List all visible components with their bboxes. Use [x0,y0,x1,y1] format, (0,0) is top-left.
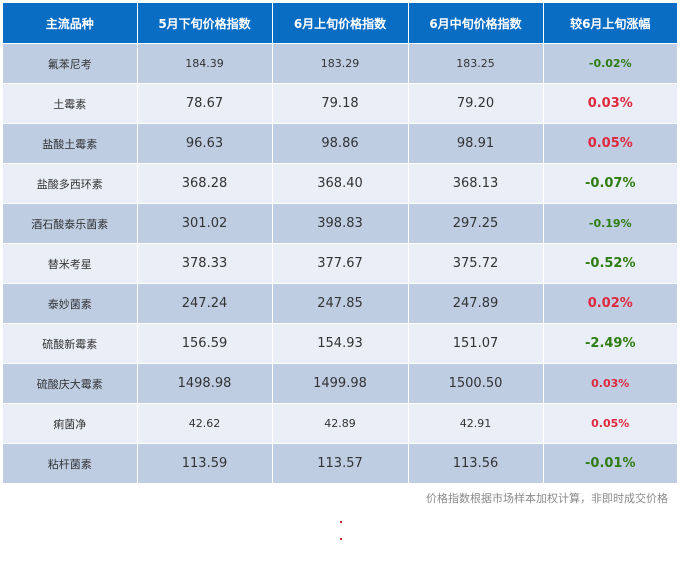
change-value: 0.02% [543,283,677,324]
early-june-value: 368.40 [272,163,409,204]
late-may-value: 78.67 [137,83,273,124]
change-value: 0.05% [543,403,677,444]
variety-name: 氟苯尼考 [3,43,138,84]
table-row: 粘杆菌素 113.59 113.57 113.56 -0.01% [3,443,677,484]
late-may-value: 96.63 [137,123,273,164]
late-may-value: 378.33 [137,243,273,284]
change-value: 0.05% [543,123,677,164]
late-may-value: 1498.98 [137,363,273,404]
early-june-value: 113.57 [272,443,409,484]
table-row: 硫酸庆大霉素 1498.98 1499.98 1500.50 0.03% [3,363,677,404]
mid-june-value: 375.72 [408,243,544,284]
change-value: 0.03% [543,83,677,124]
early-june-value: 1499.98 [272,363,409,404]
mid-june-value: 297.25 [408,203,544,244]
late-may-value: 368.28 [137,163,273,204]
early-june-value: 79.18 [272,83,409,124]
table-row: 硫酸新霉素 156.59 154.93 151.07 -2.49% [3,323,677,364]
early-june-value: 247.85 [272,283,409,324]
page: 主流品种 5月下旬价格指数 6月上旬价格指数 6月中旬价格指数 较6月上旬涨幅 … [0,0,681,564]
late-may-value: 184.39 [137,43,273,84]
footnote: 价格指数根据市场样本加权计算，非即时成交价格 [426,492,668,505]
early-june-value: 154.93 [272,323,409,364]
change-value: -0.07% [543,163,677,204]
late-may-value: 42.62 [137,403,273,444]
mid-june-value: 79.20 [408,83,544,124]
change-value: -0.19% [543,203,677,244]
table-row: 盐酸多西环素 368.28 368.40 368.13 -0.07% [3,163,677,204]
header-variety: 主流品种 [3,3,138,44]
early-june-value: 98.86 [272,123,409,164]
mid-june-value: 42.91 [408,403,544,444]
variety-name: 痢菌净 [3,403,138,444]
variety-name: 替米考星 [3,243,138,284]
variety-name: 盐酸土霉素 [3,123,138,164]
table-row: 酒石酸泰乐菌素 301.02 398.83 297.25 -0.19% [3,203,677,244]
mid-june-value: 368.13 [408,163,544,204]
mid-june-value: 151.07 [408,323,544,364]
variety-name: 盐酸多西环素 [3,163,138,204]
change-value: -0.52% [543,243,677,284]
mid-june-value: 183.25 [408,43,544,84]
variety-name: 粘杆菌素 [3,443,138,484]
table-row: 泰妙菌素 247.24 247.85 247.89 0.02% [3,283,677,324]
change-value: -2.49% [543,323,677,364]
table-row: 替米考星 378.33 377.67 375.72 -0.52% [3,243,677,284]
variety-name: 泰妙菌素 [3,283,138,324]
mid-june-value: 98.91 [408,123,544,164]
price-index-table: 主流品种 5月下旬价格指数 6月上旬价格指数 6月中旬价格指数 较6月上旬涨幅 … [3,3,677,484]
header-mid-june-index: 6月中旬价格指数 [408,3,544,44]
table-row: 氟苯尼考 184.39 183.29 183.25 -0.02% [3,43,677,84]
header-change: 较6月上旬涨幅 [543,3,677,44]
header-late-may-index: 5月下旬价格指数 [137,3,273,44]
decorative-dot [340,538,342,540]
table-row: 痢菌净 42.62 42.89 42.91 0.05% [3,403,677,444]
mid-june-value: 1500.50 [408,363,544,404]
variety-name: 土霉素 [3,83,138,124]
variety-name: 酒石酸泰乐菌素 [3,203,138,244]
header-row: 主流品种 5月下旬价格指数 6月上旬价格指数 6月中旬价格指数 较6月上旬涨幅 [3,3,677,44]
change-value: -0.01% [543,443,677,484]
late-may-value: 301.02 [137,203,273,244]
mid-june-value: 113.56 [408,443,544,484]
mid-june-value: 247.89 [408,283,544,324]
change-value: 0.03% [543,363,677,404]
header-early-june-index: 6月上旬价格指数 [272,3,409,44]
table-row: 盐酸土霉素 96.63 98.86 98.91 0.05% [3,123,677,164]
table-row: 土霉素 78.67 79.18 79.20 0.03% [3,83,677,124]
variety-name: 硫酸新霉素 [3,323,138,364]
variety-name: 硫酸庆大霉素 [3,363,138,404]
decorative-dot [340,521,342,523]
late-may-value: 156.59 [137,323,273,364]
early-june-value: 398.83 [272,203,409,244]
early-june-value: 183.29 [272,43,409,84]
early-june-value: 377.67 [272,243,409,284]
change-value: -0.02% [543,43,677,84]
early-june-value: 42.89 [272,403,409,444]
late-may-value: 113.59 [137,443,273,484]
late-may-value: 247.24 [137,283,273,324]
